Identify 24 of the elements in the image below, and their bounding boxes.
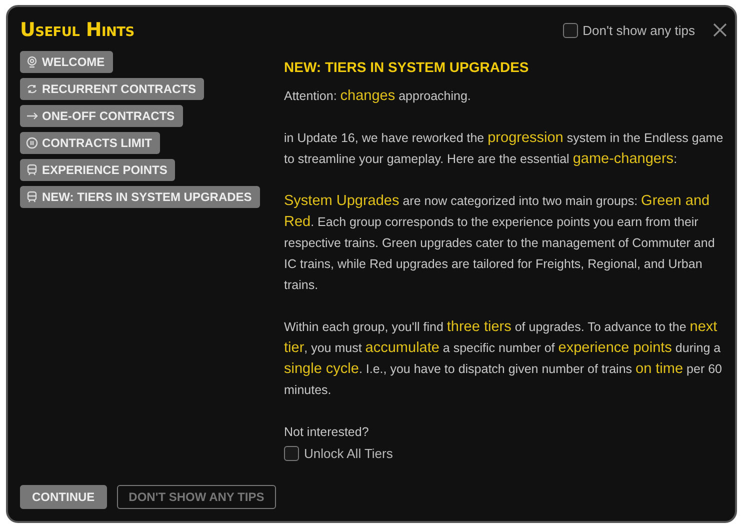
train-icon (26, 164, 38, 176)
question-text: Not interested? (284, 424, 370, 441)
hint-topic-button[interactable]: NEW: TIERS IN SYSTEM UPGRADES (20, 186, 260, 208)
hint-paragraph: System Upgrades are now categorized into two main groups: Green and Red. Each group corresponds to the experience points you earn from their respective trains. Green upgrades cater to the management of Commuter and IC trains, while Red upgrades are tailored for Freights, Regional, and Urban trains. (284, 192, 716, 294)
dont-show-tips-checkbox[interactable]: Don't show any tips (562, 22, 695, 38)
hint-topic-button[interactable]: CONTRACTS LIMIT (20, 132, 160, 154)
hint-paragraph: in Update 16, we have reworked the progression system in the Endless game to streamline your gameplay. Here are the essential game-changers: (284, 129, 724, 169)
pin-icon (26, 56, 38, 68)
close-icon[interactable] (713, 23, 727, 37)
cycle-icon (26, 83, 38, 95)
hint-topic-button[interactable]: WELCOME (20, 51, 113, 73)
window-title: Useful Hints (20, 19, 136, 41)
hint-topic-button[interactable]: RECURRENT CONTRACTS (20, 78, 204, 100)
pause-icon (26, 137, 38, 149)
train-icon (26, 191, 38, 203)
hint-topic-button[interactable]: EXPERIENCE POINTS (20, 159, 176, 181)
arrow-icon (26, 110, 38, 122)
dont-show-tips-button[interactable]: DON'T SHOW ANY TIPS (116, 485, 276, 509)
hint-topic-button[interactable]: ONE-OFF CONTRACTS (20, 105, 183, 127)
hint-paragraph: Attention: changes approaching. (284, 87, 472, 106)
hint-heading: NEW: TIERS IN SYSTEM UPGRADES (284, 58, 530, 77)
hint-paragraph: Within each group, you'll find three tiers of upgrades. To advance to the next tier, you must accumulate a specific number of experience points during a single cycle. I.e., you have to dispatch given number of trains on time per 60 minutes. (284, 318, 723, 399)
unlock-tiers-checkbox[interactable]: Unlock All Tiers (284, 443, 393, 464)
continue-button[interactable]: CONTINUE (20, 485, 107, 509)
